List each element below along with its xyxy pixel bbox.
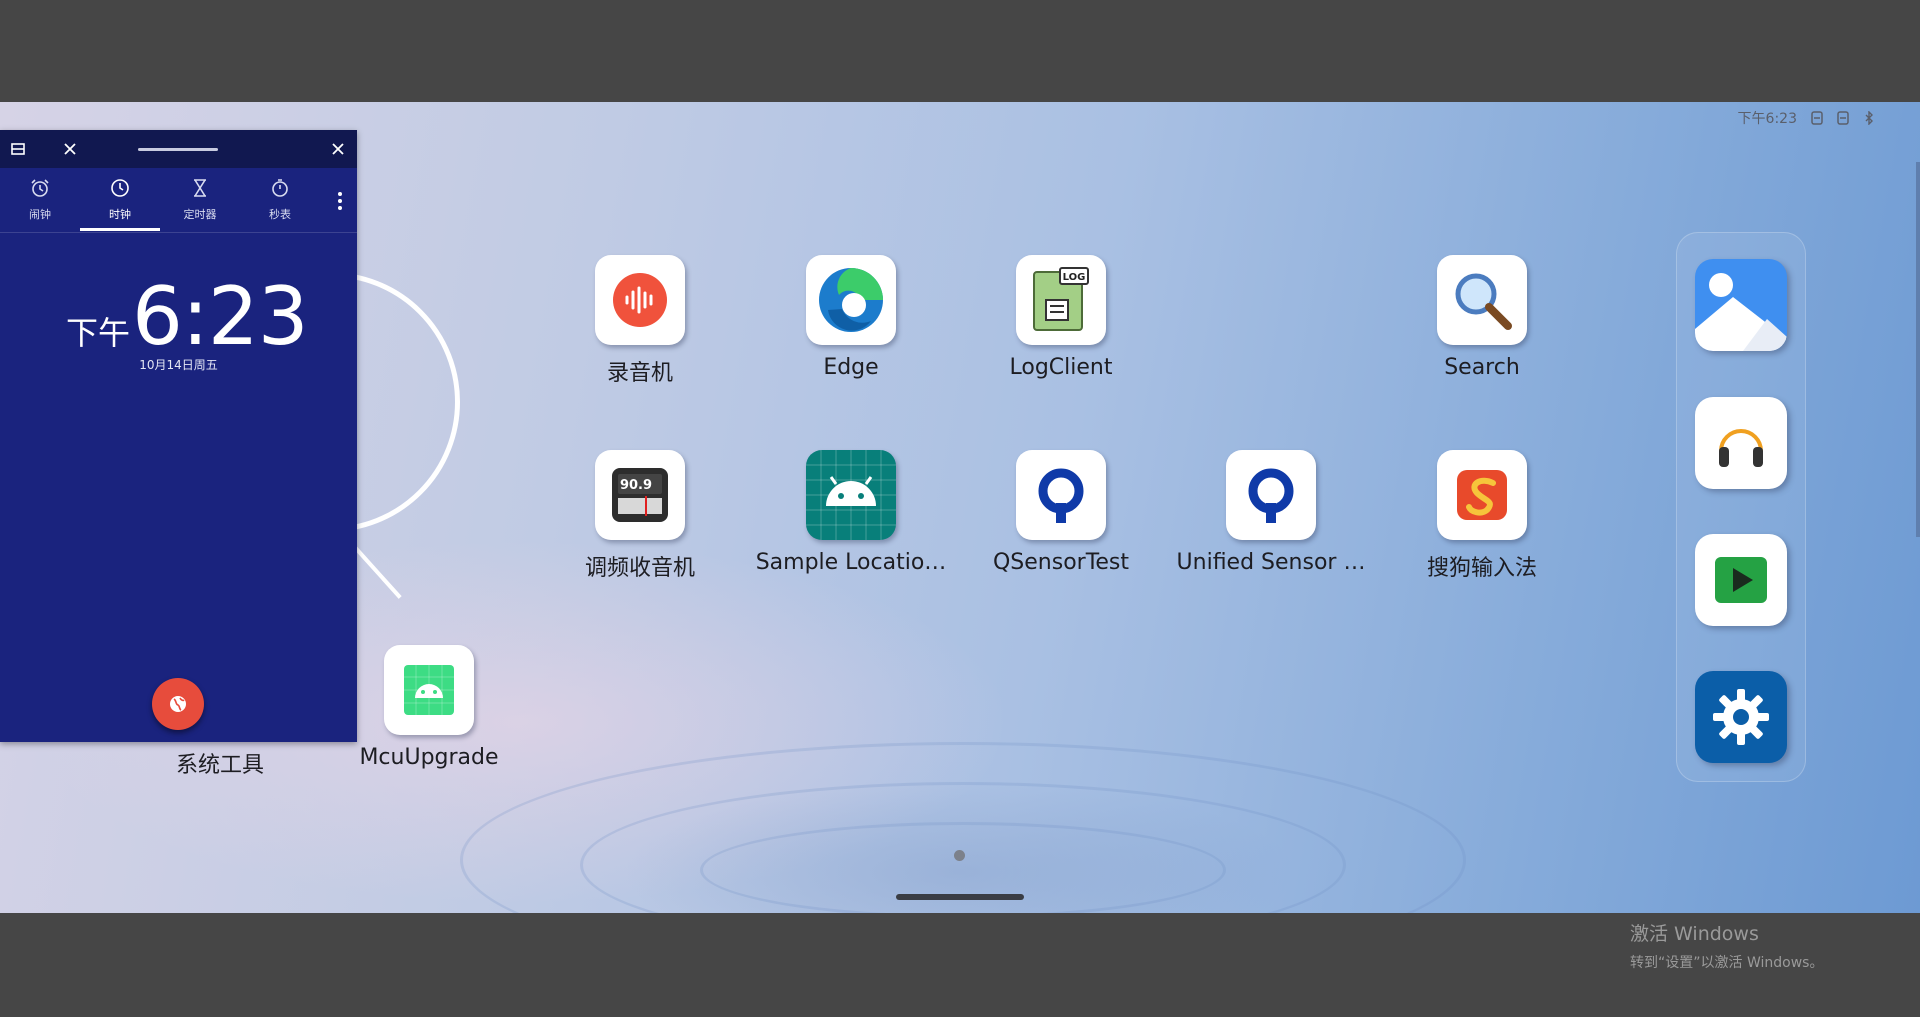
headphones-icon[interactable] — [1695, 397, 1787, 489]
app-label: Unified Sensor … — [1176, 550, 1366, 575]
status-bar: 下午6:23 — [1738, 107, 1875, 129]
current-date: 10月14日周五 — [139, 358, 218, 372]
settings-icon[interactable] — [1695, 671, 1787, 763]
sogou-icon — [1437, 450, 1527, 540]
tab-clock[interactable]: 时钟 — [80, 178, 160, 222]
app-label: Edge — [823, 355, 879, 380]
stopwatch-icon — [272, 179, 288, 197]
radio-icon: 90.9 — [595, 450, 685, 540]
app-label: Search — [1444, 355, 1520, 380]
app-fm-radio[interactable]: 90.9 调频收音机 — [535, 450, 745, 582]
tab-timer[interactable]: 定时器 — [160, 178, 240, 222]
app-label: LogClient — [1009, 355, 1113, 380]
clock-icon — [111, 179, 129, 197]
active-tab-indicator — [80, 228, 160, 231]
watermark-subtitle: 转到“设置”以激活 Windows。 — [1630, 955, 1824, 971]
app-label: Sample Locatio… — [755, 550, 947, 575]
app-search[interactable]: Search — [1377, 255, 1587, 380]
window-title-bar[interactable] — [0, 130, 357, 168]
app-unified-sensor[interactable]: Unified Sensor … — [1166, 450, 1376, 575]
clock-hand — [350, 542, 402, 599]
globe-icon — [170, 696, 186, 712]
recorder-icon — [595, 255, 685, 345]
qualcomm-icon — [1226, 450, 1316, 540]
app-label: 调频收音机 — [584, 556, 695, 581]
app-logclient[interactable]: LOG LogClient — [956, 255, 1166, 380]
bluetooth-icon — [1865, 111, 1873, 125]
page-indicator[interactable] — [954, 850, 965, 861]
app-label: QSensorTest — [992, 550, 1130, 575]
windows-activation-watermark: 激活 Windows 转到“设置”以激活 Windows。 — [1630, 919, 1823, 972]
close-icon[interactable] — [60, 139, 80, 159]
app-edge[interactable]: Edge — [746, 255, 956, 380]
app-label[interactable]: 系统工具 — [150, 747, 290, 779]
magnifier-icon — [1437, 255, 1527, 345]
wallpaper-ripple — [460, 742, 1466, 913]
app-label: 搜狗输入法 — [1426, 556, 1537, 581]
clock-tabs: 闹钟 时钟 定时器 秒表 — [0, 168, 357, 233]
tab-label: 闹钟 — [29, 208, 51, 221]
hourglass-icon — [194, 179, 206, 197]
sim-card-icon — [1837, 111, 1849, 125]
current-time: 6:23 — [132, 270, 309, 363]
log-icon: LOG — [1016, 255, 1106, 345]
log-badge-text: LOG — [1063, 272, 1086, 283]
alarm-icon — [31, 179, 49, 197]
tab-label: 秒表 — [269, 208, 291, 221]
close-icon[interactable] — [328, 139, 348, 159]
drag-handle[interactable] — [138, 148, 218, 151]
sim-card-icon — [1811, 111, 1823, 125]
qualcomm-icon — [1016, 450, 1106, 540]
scrollbar[interactable] — [1916, 162, 1920, 537]
watermark-title: 激活 Windows — [1630, 923, 1759, 945]
app-label: McuUpgrade — [359, 745, 499, 770]
app-qsensortest[interactable]: QSensorTest — [956, 450, 1166, 575]
status-time: 下午6:23 — [1737, 111, 1797, 127]
tab-label: 时钟 — [109, 208, 131, 221]
digital-clock: 下午 6:23 — [66, 270, 309, 363]
home-gesture-bar[interactable] — [896, 894, 1024, 900]
ampm-label: 下午 — [66, 314, 131, 352]
tab-stopwatch[interactable]: 秒表 — [240, 178, 320, 222]
android-icon — [806, 450, 896, 540]
gallery-icon[interactable] — [1695, 259, 1787, 351]
video-player-icon[interactable] — [1695, 534, 1787, 626]
tab-alarm[interactable]: 闹钟 — [0, 178, 80, 222]
world-clock-button[interactable] — [152, 678, 204, 730]
android-icon — [384, 645, 474, 735]
app-label: 录音机 — [606, 361, 673, 386]
app-sogou-input[interactable]: 搜狗输入法 — [1377, 450, 1587, 582]
edge-icon — [806, 255, 896, 345]
clock-floating-window: 闹钟 时钟 定时器 秒表 下午 6:23 10月14日周五 — [0, 130, 357, 742]
radio-display-text: 90.9 — [620, 478, 652, 493]
app-recorder[interactable]: 录音机 — [535, 255, 745, 387]
minimize-window-icon[interactable] — [8, 139, 28, 159]
app-sample-location[interactable]: Sample Locatio… — [746, 450, 956, 575]
tab-label: 定时器 — [183, 208, 217, 221]
more-options-icon[interactable] — [337, 190, 343, 212]
dock — [1676, 232, 1806, 782]
